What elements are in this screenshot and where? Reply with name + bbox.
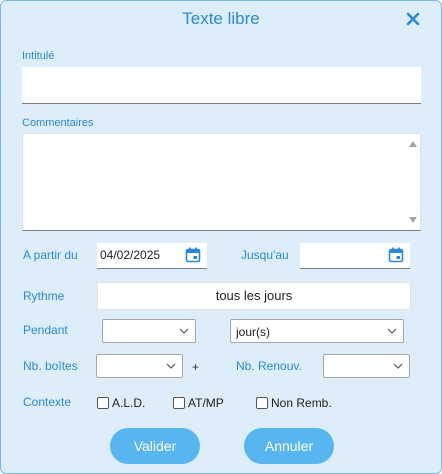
commentaires-scrollbar[interactable] [405,134,420,230]
pendant-unit-select[interactable]: jour(s) [230,319,404,343]
calendar-icon[interactable] [388,247,404,263]
checkbox-box[interactable] [97,397,109,409]
pendant-select[interactable] [102,319,196,343]
calendar-icon[interactable] [185,247,201,263]
contexte-label: Contexte [23,395,72,409]
valider-button[interactable]: Valider [110,428,200,464]
title-bar: Texte libre [1,1,441,38]
nb-renouv-label: Nb. Renouv. [236,359,302,373]
texte-libre-dialog: Texte libre Intitulé Commentaires A part… [0,0,442,474]
checkbox-box[interactable] [173,397,185,409]
non-remb-checkbox[interactable]: Non Remb. [256,396,332,410]
atmp-checkbox-label: AT/MP [188,396,224,410]
scroll-down-arrow-icon[interactable] [409,217,417,223]
nb-boites-label: Nb. boîtes [23,359,78,373]
close-icon[interactable] [405,11,421,27]
commentaires-textarea[interactable] [22,133,421,231]
rythme-input[interactable]: tous les jours [97,282,411,310]
nb-boites-select[interactable] [96,354,183,378]
commentaires-label: Commentaires [22,117,94,129]
jusqu-au-date-input[interactable] [300,243,410,269]
intitule-input[interactable] [22,67,421,104]
chevron-down-icon [179,328,189,334]
rythme-label: Rythme [23,289,65,303]
ald-checkbox[interactable]: A.L.D. [97,396,145,410]
pendant-unit-value: jour(s) [236,325,271,339]
jusqu-au-label: Jusqu'au [241,248,289,262]
non-remb-checkbox-label: Non Remb. [271,396,332,410]
scroll-up-arrow-icon[interactable] [409,141,417,147]
chevron-down-icon [166,363,176,369]
dialog-title: Texte libre [182,9,260,28]
checkbox-box[interactable] [256,397,268,409]
chevron-down-icon [393,363,403,369]
intitule-label: Intitulé [22,50,55,62]
annuler-button[interactable]: Annuler [244,428,334,464]
plus-sign: + [192,360,200,374]
chevron-down-icon [387,328,397,334]
atmp-checkbox[interactable]: AT/MP [173,396,224,410]
ald-checkbox-label: A.L.D. [112,396,146,410]
pendant-label: Pendant [23,323,68,337]
a-partir-du-value: 04/02/2025 [100,248,161,262]
a-partir-du-date-input[interactable]: 04/02/2025 [97,243,207,269]
a-partir-du-label: A partir du [23,248,78,262]
nb-renouv-select[interactable] [323,354,410,378]
